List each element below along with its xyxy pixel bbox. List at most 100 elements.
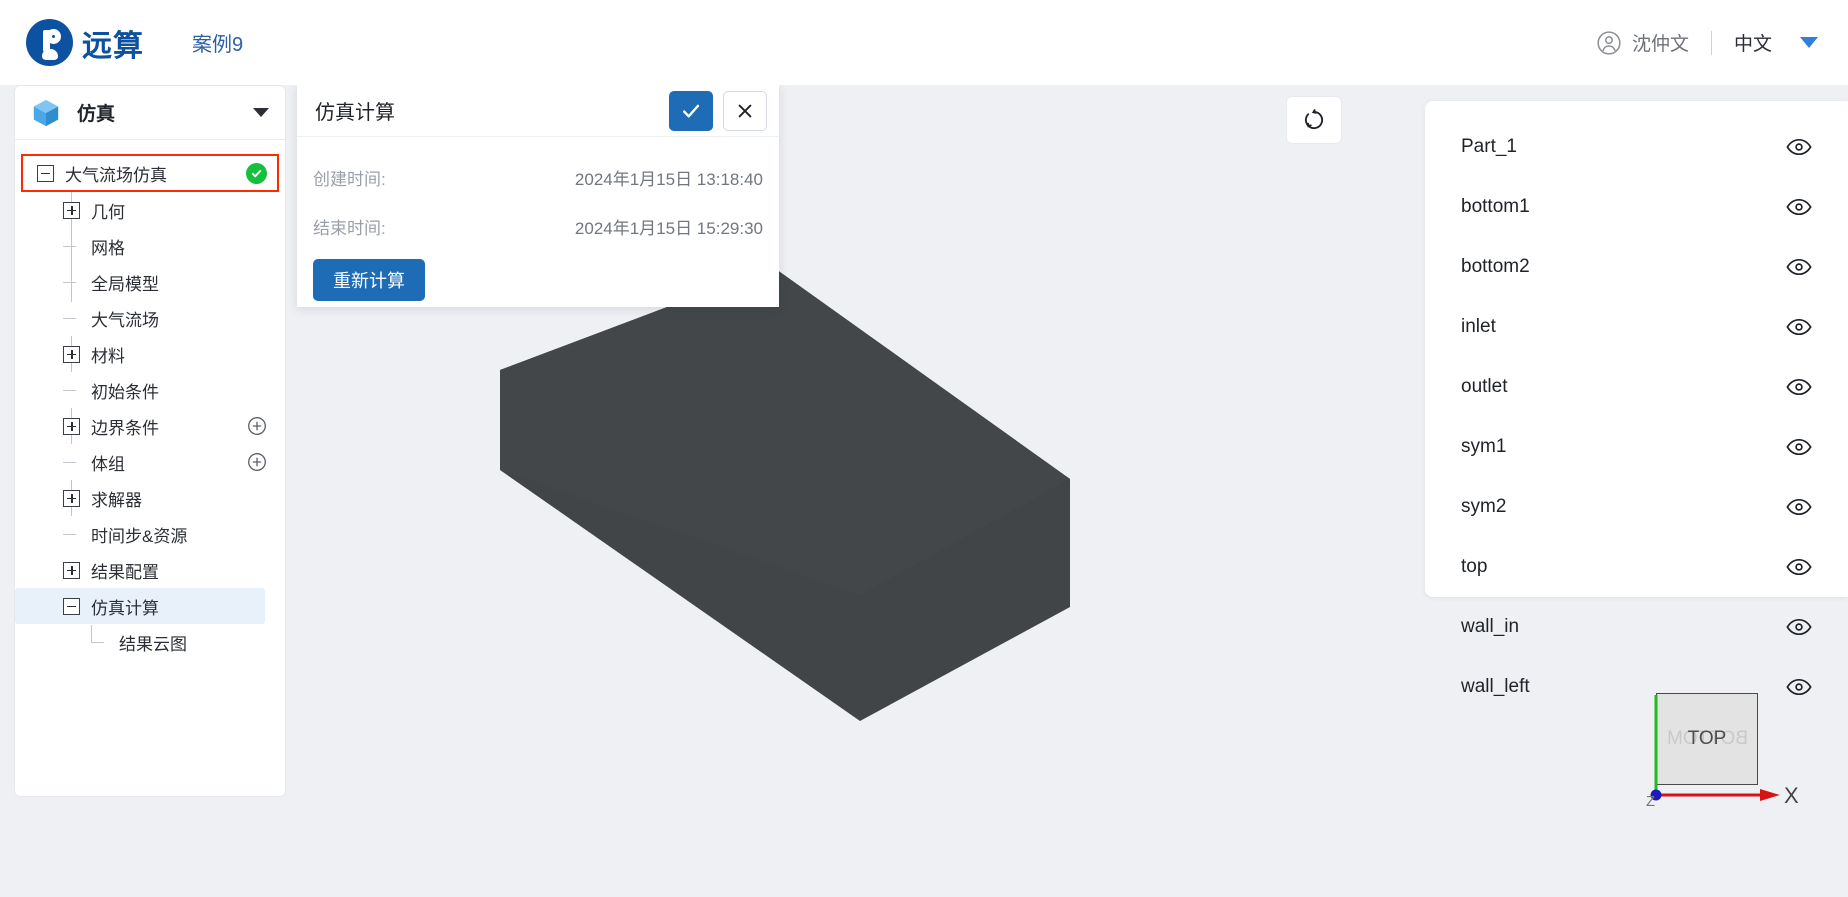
reset-view-button[interactable]: [1286, 96, 1342, 144]
close-icon: [738, 104, 752, 117]
end-time-value: 2024年1月15日 15:29:30: [574, 219, 763, 238]
part-name: outlet: [1461, 376, 1508, 397]
user-menu[interactable]: 沈仲文: [1596, 29, 1689, 56]
add-boundary-condition-icon[interactable]: [247, 416, 267, 436]
collapse-toggle-icon[interactable]: [63, 597, 80, 615]
end-time-label: 结束时间:: [313, 219, 386, 238]
part-name: sym1: [1461, 436, 1507, 457]
recalculate-button[interactable]: 重新计算: [313, 259, 425, 301]
tree-item-label: 结果配置: [91, 562, 159, 582]
user-name: 沈仲文: [1631, 34, 1689, 55]
tree-item-label: 几何: [91, 202, 125, 222]
list-item[interactable]: Part_1: [1425, 117, 1848, 177]
eye-icon[interactable]: [1786, 558, 1812, 576]
tree-item-label: 大气流场: [91, 310, 159, 330]
tree-leaf-connector: [63, 526, 80, 543]
parts-visibility-panel: Part_1 bottom1 bottom2 inlet outlet sym1…: [1425, 101, 1848, 697]
chevron-down-icon[interactable]: [1800, 37, 1818, 48]
created-time-label: 创建时间:: [313, 170, 386, 189]
tree-item-label: 求解器: [91, 490, 142, 510]
3d-model-geometry[interactable]: [498, 265, 1098, 735]
tree-item-geometry[interactable]: 几何: [15, 192, 285, 228]
close-button[interactable]: [723, 90, 767, 131]
part-name: bottom2: [1461, 256, 1530, 277]
list-item[interactable]: sym1: [1425, 417, 1848, 477]
brand-logo[interactable]: 远算: [26, 19, 144, 66]
confirm-button[interactable]: [669, 90, 713, 131]
tree-item-label: 初始条件: [91, 382, 159, 402]
expand-toggle-icon[interactable]: [63, 561, 80, 579]
eye-icon[interactable]: [1786, 318, 1812, 336]
collapse-toggle-icon[interactable]: [37, 164, 54, 182]
list-item[interactable]: wall_in: [1425, 597, 1848, 657]
eye-icon[interactable]: [1786, 198, 1812, 216]
check-icon: [682, 104, 700, 118]
tree-panel-title: 仿真: [77, 104, 116, 125]
list-item[interactable]: wall_left: [1425, 657, 1848, 717]
eye-icon[interactable]: [1786, 498, 1812, 516]
dialog-header: 仿真计算: [297, 85, 779, 137]
expand-toggle-icon[interactable]: [63, 345, 80, 363]
list-item[interactable]: bottom2: [1425, 237, 1848, 297]
app-header: 远算 案例9 沈仲文 中文: [0, 0, 1848, 85]
tree-item-initial-conditions[interactable]: 初始条件: [15, 372, 285, 408]
expand-toggle-icon[interactable]: [63, 417, 80, 435]
part-name: wall_left: [1461, 676, 1530, 697]
tree-item-label: 时间步&资源: [91, 526, 188, 546]
expand-toggle-icon[interactable]: [63, 489, 80, 507]
list-item[interactable]: inlet: [1425, 297, 1848, 357]
logo-icon: [26, 19, 73, 66]
dialog-title: 仿真计算: [315, 102, 395, 124]
list-item[interactable]: sym2: [1425, 477, 1848, 537]
tree-item-volume-group[interactable]: 体组: [15, 444, 285, 480]
tree-item-timestep-resources[interactable]: 时间步&资源: [15, 516, 285, 552]
eye-icon[interactable]: [1786, 138, 1812, 156]
eye-icon[interactable]: [1786, 678, 1812, 696]
chevron-down-icon[interactable]: [253, 108, 269, 117]
logo-wordmark: 远算: [82, 21, 144, 65]
list-item[interactable]: outlet: [1425, 357, 1848, 417]
tree-item-result-contour[interactable]: 结果云图: [15, 624, 285, 660]
part-name: bottom1: [1461, 196, 1530, 217]
tree-item-mesh[interactable]: 网格: [15, 228, 285, 264]
expand-toggle-icon[interactable]: [63, 201, 80, 219]
tree-item-atmospheric-flow-field[interactable]: 大气流场: [15, 300, 285, 336]
tree-item-result-configuration[interactable]: 结果配置: [15, 552, 285, 588]
tree-body: 大气流场仿真 几何 网格 全局模型 大气流场 材料 初始条件 边界条件 体组 求…: [15, 140, 285, 660]
tree-item-material[interactable]: 材料: [15, 336, 285, 372]
logo-word-2: 算: [113, 29, 144, 63]
tree-leaf-connector: [63, 238, 80, 255]
simulation-tree-panel: 仿真 大气流场仿真 几何 网格 全局模型 大气流场 材料 初始条件 边界条件 体…: [14, 85, 286, 797]
tree-item-simulation-run[interactable]: 仿真计算: [15, 588, 265, 624]
tree-item-label: 边界条件: [91, 418, 159, 438]
eye-icon[interactable]: [1786, 258, 1812, 276]
user-circle-icon: [1597, 30, 1621, 55]
tree-item-label: 结果云图: [119, 634, 187, 654]
eye-icon[interactable]: [1786, 378, 1812, 396]
tree-item-atmospheric-flow-simulation[interactable]: 大气流场仿真: [21, 154, 279, 192]
tree-item-label: 体组: [91, 454, 125, 474]
tree-item-label: 全局模型: [91, 274, 159, 294]
simulation-run-dialog: 仿真计算 创建时间: 2024年1月15日 13:18:40 结束时间: 202…: [297, 85, 779, 307]
list-item[interactable]: top: [1425, 537, 1848, 597]
tree-panel-header[interactable]: 仿真: [15, 86, 285, 140]
eye-icon[interactable]: [1786, 618, 1812, 636]
axis-z-label: Z: [1646, 793, 1656, 810]
part-name: top: [1461, 556, 1488, 577]
add-volume-group-icon[interactable]: [247, 452, 267, 472]
case-name[interactable]: 案例9: [192, 28, 243, 57]
tree-leaf-connector: [63, 310, 80, 327]
tree-item-global-model[interactable]: 全局模型: [15, 264, 285, 300]
created-time-row: 创建时间: 2024年1月15日 13:18:40: [313, 153, 763, 202]
tree-item-label: 网格: [91, 238, 125, 258]
language-label[interactable]: 中文: [1734, 29, 1772, 56]
logo-word-1: 远: [82, 29, 113, 63]
eye-icon[interactable]: [1786, 438, 1812, 456]
part-name: wall_in: [1461, 616, 1520, 637]
tree-item-solver[interactable]: 求解器: [15, 480, 285, 516]
tree-leaf-connector: [63, 454, 80, 471]
tree-item-label: 大气流场仿真: [65, 165, 167, 185]
dialog-body: 创建时间: 2024年1月15日 13:18:40 结束时间: 2024年1月1…: [297, 137, 779, 301]
tree-item-boundary-conditions[interactable]: 边界条件: [15, 408, 285, 444]
list-item[interactable]: bottom1: [1425, 177, 1848, 237]
